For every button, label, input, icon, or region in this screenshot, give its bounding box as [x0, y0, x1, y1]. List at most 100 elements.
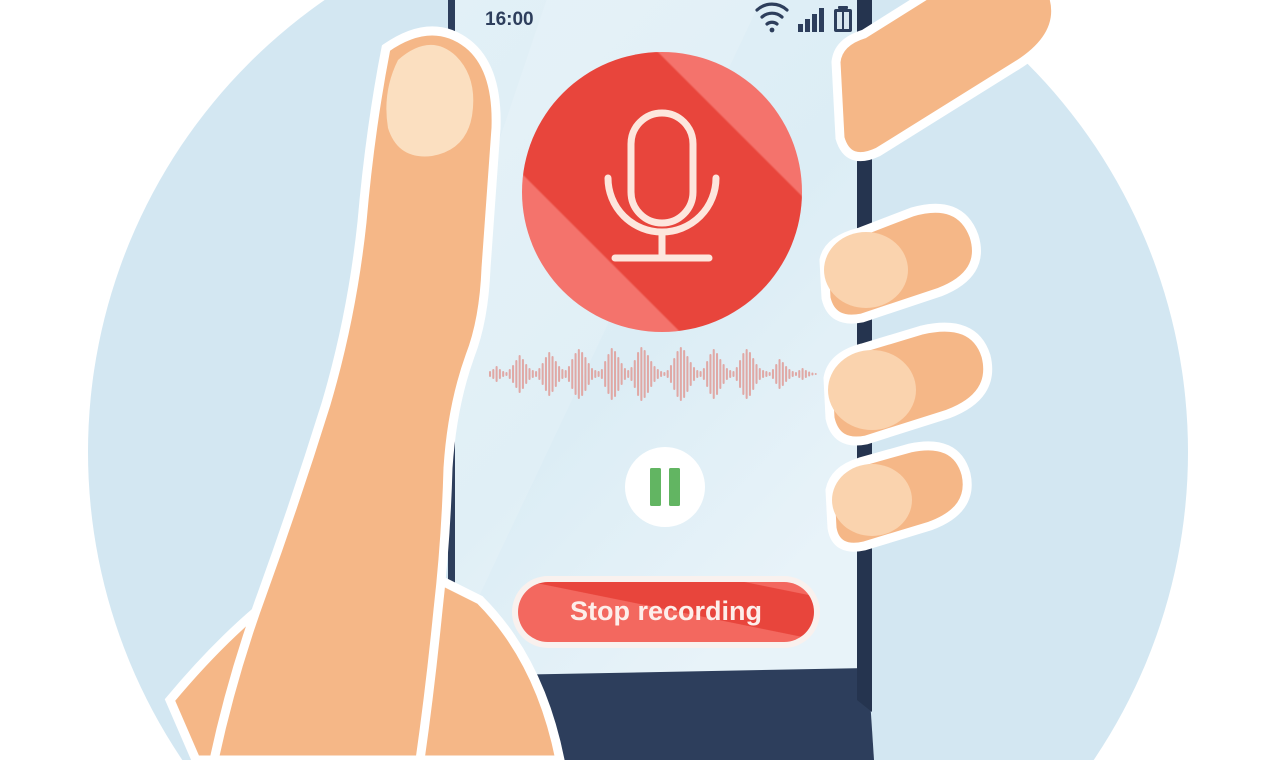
- waveform-bar: [752, 358, 755, 390]
- waveform-bar: [801, 368, 804, 380]
- waveform-bar: [643, 350, 646, 398]
- waveform-bar: [699, 371, 702, 377]
- waveform-bar: [600, 369, 603, 379]
- waveform-bar: [729, 370, 732, 378]
- waveform-bar: [778, 359, 781, 389]
- waveform-bar: [574, 353, 577, 395]
- waveform-bar: [492, 369, 495, 379]
- waveform-bar: [709, 354, 712, 394]
- waveform-bar: [798, 370, 801, 378]
- waveform-bar: [607, 354, 610, 394]
- battery-icon: [834, 6, 852, 32]
- waveform-bar: [716, 353, 719, 395]
- waveform-bar: [722, 364, 725, 384]
- record-button-circle[interactable]: [522, 52, 802, 332]
- waveform-bar: [811, 372, 814, 376]
- waveform-bar: [676, 351, 679, 397]
- waveform-bar: [706, 361, 709, 387]
- waveform-bar: [712, 349, 715, 399]
- waveform-bar: [656, 369, 659, 379]
- waveform-bar: [679, 347, 682, 401]
- waveform-bar: [548, 352, 551, 396]
- waveform-bar: [614, 351, 617, 397]
- waveform-bar: [617, 357, 620, 391]
- waveform-bar: [541, 363, 544, 385]
- waveform-bar: [758, 368, 761, 380]
- waveform-bar: [781, 362, 784, 386]
- waveform-bar: [660, 371, 663, 377]
- waveform-bar: [512, 365, 515, 383]
- stop-button-label: Stop recording: [570, 596, 762, 626]
- waveform-bar: [794, 372, 798, 376]
- waveform-bar: [597, 371, 600, 377]
- waveform-bar: [771, 369, 774, 379]
- waveform-bar: [502, 371, 505, 377]
- waveform-bar: [528, 368, 531, 380]
- waveform-bar: [594, 370, 597, 378]
- thumbnail: [386, 44, 474, 157]
- waveform-bar: [544, 357, 547, 391]
- waveform-bar: [495, 366, 498, 382]
- waveform-bar: [663, 372, 666, 376]
- waveform-bar: [683, 350, 686, 398]
- waveform-bar: [669, 365, 672, 383]
- waveform-bar: [525, 364, 528, 384]
- waveform-bar: [558, 366, 561, 382]
- waveform-bar: [630, 367, 633, 381]
- illustration-canvas: 16:00 Stop recording: [0, 0, 1278, 760]
- waveform-bar: [538, 368, 541, 380]
- waveform-bar: [719, 359, 722, 389]
- waveform-bar: [696, 370, 699, 378]
- microphone-record-button[interactable]: [522, 52, 802, 332]
- waveform-bar: [666, 370, 669, 378]
- waveform-bar: [808, 371, 811, 377]
- waveform-bar: [640, 347, 643, 401]
- waveform-bar: [653, 366, 656, 382]
- waveform-bar: [633, 360, 636, 388]
- waveform-bar: [627, 370, 630, 378]
- waveform-bar: [735, 367, 738, 381]
- waveform-bar: [814, 373, 817, 375]
- waveform-bar: [561, 369, 564, 379]
- waveform-bar: [604, 361, 607, 387]
- waveform-bar: [610, 348, 613, 400]
- little-finger-tip: [832, 464, 912, 536]
- waveform-bar: [748, 352, 751, 396]
- waveform-bar: [788, 369, 791, 379]
- waveform-bar: [725, 368, 728, 380]
- waveform-bar: [489, 371, 492, 377]
- waveform-bar: [554, 361, 557, 387]
- pause-button-circle[interactable]: [625, 447, 705, 527]
- middle-finger-tip: [824, 232, 908, 308]
- waveform-bar: [673, 358, 676, 390]
- waveform-bar: [791, 371, 794, 377]
- waveform-bar: [762, 370, 765, 378]
- wifi-dot-icon: [769, 27, 775, 33]
- waveform-bar: [567, 366, 570, 382]
- waveform-bar: [755, 364, 758, 384]
- waveform-bar: [531, 370, 534, 378]
- waveform-bar: [620, 363, 623, 385]
- waveform-bar: [584, 357, 587, 391]
- waveform-bar: [571, 359, 574, 389]
- ring-finger-tip: [828, 350, 916, 430]
- waveform-bar: [518, 355, 521, 393]
- waveform-bar: [768, 372, 771, 376]
- waveform-bar: [577, 349, 580, 399]
- waveform-bar: [551, 356, 554, 392]
- waveform-bar: [686, 356, 689, 392]
- waveform-bar: [515, 360, 518, 388]
- pause-button[interactable]: [625, 447, 705, 527]
- waveform-bar: [564, 370, 567, 378]
- waveform-bar: [650, 361, 653, 387]
- waveform-bar: [785, 366, 788, 382]
- waveform-bar: [689, 362, 692, 386]
- waveform-bar: [637, 352, 640, 396]
- stop-recording-button[interactable]: Stop recording: [512, 576, 820, 648]
- waveform-bar: [765, 371, 768, 377]
- waveform-bar: [742, 353, 745, 395]
- waveform-bar: [508, 369, 511, 379]
- waveform-bar: [745, 349, 748, 399]
- waveform-bar: [702, 368, 705, 380]
- waveform-bar: [535, 371, 538, 377]
